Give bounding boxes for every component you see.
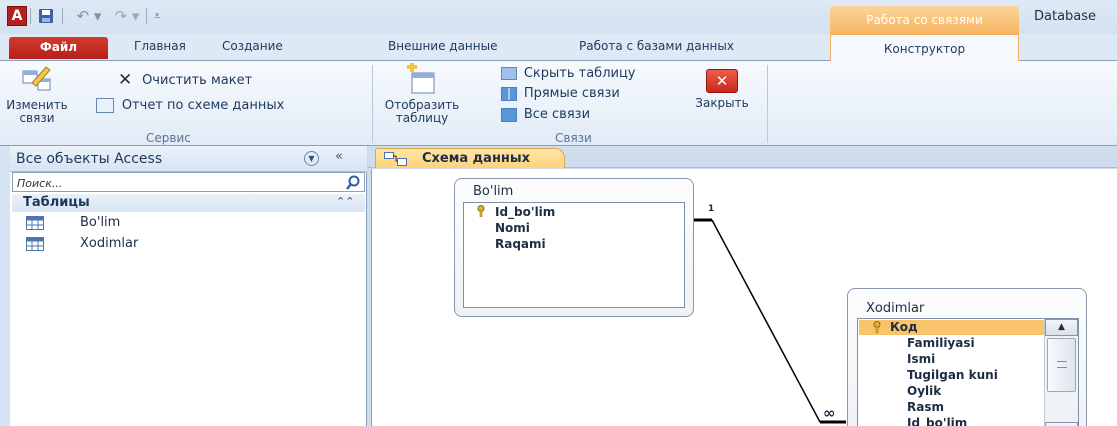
all-relations-label: Все связи xyxy=(523,107,591,122)
table-window-title: Bo'lim xyxy=(473,184,514,199)
tab-external-data[interactable]: Внешние данные xyxy=(388,39,497,59)
edit-relations-icon xyxy=(2,63,72,93)
table-icon xyxy=(26,237,44,254)
window-title: Database xyxy=(1034,9,1097,24)
scroll-thumb[interactable] xyxy=(1047,338,1076,392)
grip-icon xyxy=(1057,361,1067,368)
nav-item-label: Xodimlar xyxy=(80,236,139,251)
field-list[interactable]: Id_bo'lim Nomi Raqami xyxy=(463,202,685,308)
selected-field-highlight xyxy=(859,320,1044,335)
access-logo-icon[interactable]: A xyxy=(7,6,27,26)
tab-file[interactable]: Файл xyxy=(9,37,108,59)
close-label: Закрыть xyxy=(695,96,749,110)
edit-relations-label-2: связи xyxy=(19,111,55,125)
nav-group-header-tables[interactable]: Таблицы ⌃⌃ xyxy=(12,194,365,212)
ribbon: Изменить связи ✕ Очистить макет Отчет по… xyxy=(0,61,1117,146)
edit-relations-button[interactable]: Изменить связи xyxy=(2,63,72,125)
field-row[interactable]: Ismi xyxy=(907,352,935,366)
close-button[interactable]: ✕ Закрыть xyxy=(683,67,761,110)
field-row[interactable]: Tugilgan kuni xyxy=(907,368,998,382)
qat-separator xyxy=(62,8,63,24)
nav-item-xodimlar[interactable]: Xodimlar xyxy=(12,234,365,254)
field-row[interactable]: Rasm xyxy=(907,400,944,414)
show-table-button[interactable]: Отобразить таблицу xyxy=(383,63,461,125)
field-row[interactable]: Id_bo'lim xyxy=(495,205,555,219)
relationship-one-label: 1 xyxy=(708,204,715,214)
qat-separator xyxy=(146,8,147,24)
close-icon: ✕ xyxy=(683,67,761,95)
customize-qat-icon[interactable]: ⩡ xyxy=(150,6,164,26)
nav-dropdown-icon[interactable]: ▼ xyxy=(304,151,319,166)
tab-create[interactable]: Создание xyxy=(222,39,283,59)
nav-search-box xyxy=(12,172,365,192)
document-area: Схема данных 1 ∞ Bo'lim Id_bo'lim Nomi R… xyxy=(367,146,1117,426)
field-list[interactable]: Код Familiyasi Ismi Tugilgan kuni Oylik … xyxy=(857,318,1079,426)
clear-layout-label: Очистить макет xyxy=(142,72,253,88)
direct-relations-button[interactable]: Прямые связи xyxy=(501,86,620,101)
field-row[interactable]: Код xyxy=(890,320,918,334)
document-tab-label: Схема данных xyxy=(422,151,531,166)
hide-table-label: Скрыть таблицу xyxy=(523,66,636,81)
nav-pane-edge xyxy=(0,146,10,426)
schema-report-label: Отчет по схеме данных xyxy=(121,98,285,113)
scroll-up-icon[interactable]: ▲ xyxy=(1045,319,1078,336)
nav-pane-header[interactable]: Все объекты Access ▼ « xyxy=(10,146,367,172)
field-row[interactable]: Raqami xyxy=(495,237,546,251)
document-tab-strip: Схема данных xyxy=(367,146,1117,168)
table-icon xyxy=(26,216,44,233)
table-window-xodimlar[interactable]: Xodimlar Код Familiyasi Ismi Tugilgan ku… xyxy=(847,288,1087,426)
nav-item-label: Bo'lim xyxy=(80,215,121,230)
show-table-label-2: таблицу xyxy=(395,111,449,125)
hide-table-icon xyxy=(501,67,517,80)
group-separator xyxy=(372,65,373,143)
redo-icon[interactable]: ↷ ▾ xyxy=(110,6,144,26)
show-table-icon xyxy=(383,63,461,97)
nav-item-bolim[interactable]: Bo'lim xyxy=(12,213,365,233)
undo-icon[interactable]: ↶ ▾ xyxy=(72,6,106,26)
tab-relationships-diagram[interactable]: Схема данных xyxy=(375,148,565,168)
hide-table-button[interactable]: Скрыть таблицу xyxy=(501,66,636,81)
primary-key-icon xyxy=(872,321,882,336)
qat-separator xyxy=(30,8,31,24)
tab-home[interactable]: Главная xyxy=(134,39,186,59)
context-tab-header: Работа со связями xyxy=(830,6,1019,34)
direct-relations-icon xyxy=(501,86,517,101)
relationships-canvas[interactable]: 1 ∞ Bo'lim Id_bo'lim Nomi Raqami Xodimla… xyxy=(371,169,1117,426)
search-icon[interactable] xyxy=(344,174,362,192)
table-window-bolim[interactable]: Bo'lim Id_bo'lim Nomi Raqami xyxy=(454,178,694,317)
scroll-down-icon[interactable]: ▼ xyxy=(1045,422,1078,426)
ribbon-tab-row: Файл Главная Создание Внешние данные Раб… xyxy=(0,34,1117,62)
all-relations-icon xyxy=(501,107,517,122)
all-relations-button[interactable]: Все связи xyxy=(501,107,590,122)
nav-group-title: Таблицы xyxy=(23,195,90,210)
clear-layout-button[interactable]: ✕ Очистить макет xyxy=(118,70,252,90)
primary-key-icon xyxy=(476,205,486,220)
tab-database-tools[interactable]: Работа с базами данных xyxy=(579,39,734,59)
title-bar: A ↶ ▾ ↷ ▾ ⩡ Работа со связями Database xyxy=(0,0,1117,34)
direct-relations-label: Прямые связи xyxy=(523,86,620,101)
field-row[interactable]: Oylik xyxy=(907,384,941,398)
nav-search-input[interactable] xyxy=(17,176,327,190)
group-label-service: Сервис xyxy=(146,131,191,145)
tab-constructor[interactable]: Конструктор xyxy=(830,34,1019,62)
nav-pane-title[interactable]: Все объекты Access xyxy=(16,151,162,167)
chevron-up-icon[interactable]: ⌃⌃ xyxy=(336,195,354,208)
group-separator xyxy=(767,65,768,143)
table-window-title: Xodimlar xyxy=(866,301,925,316)
save-icon[interactable] xyxy=(36,6,56,26)
nav-collapse-icon[interactable]: « xyxy=(335,149,343,164)
field-row[interactable]: Familiyasi xyxy=(907,336,975,350)
field-row[interactable]: Nomi xyxy=(495,221,530,235)
group-label-relations: Связи xyxy=(555,131,592,145)
schema-report-button[interactable]: Отчет по схеме данных xyxy=(96,98,284,113)
relationship-many-label: ∞ xyxy=(823,404,836,422)
navigation-pane: Все объекты Access ▼ « Таблицы ⌃⌃ Bo'lim… xyxy=(10,146,367,426)
field-row[interactable]: Id_bo'lim xyxy=(907,416,967,426)
vertical-scrollbar[interactable]: ▲ ▼ xyxy=(1044,319,1078,426)
report-icon xyxy=(96,98,114,113)
clear-layout-icon: ✕ xyxy=(118,70,133,90)
relationships-icon xyxy=(384,152,408,169)
